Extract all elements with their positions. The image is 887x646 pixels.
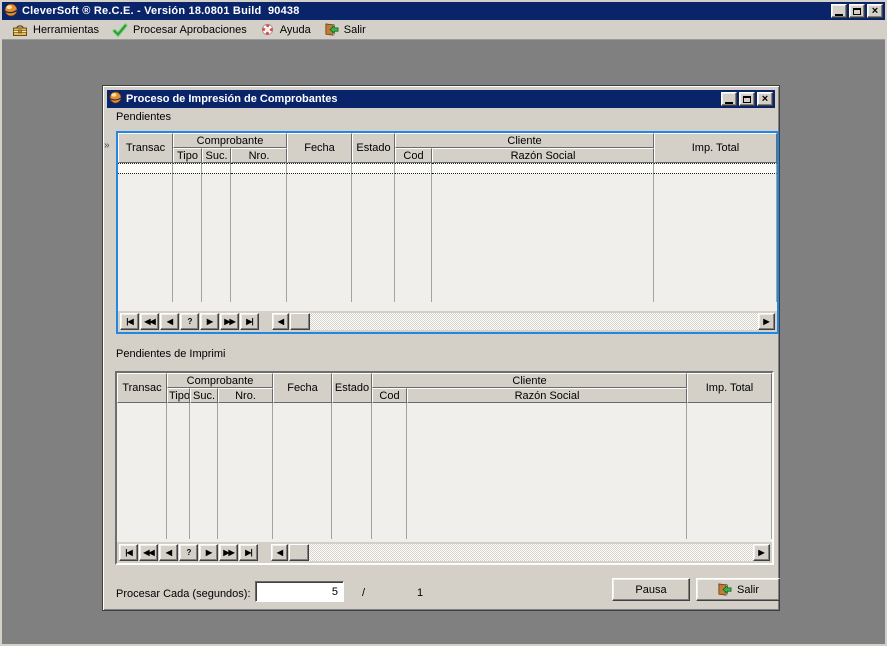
dialog-minimize-button[interactable]	[721, 92, 737, 106]
nav-fast-prev-button[interactable]: ◀◀	[139, 544, 158, 561]
grid-header-transac: Transac	[118, 133, 173, 163]
print-grid: Transac Comprobante Fecha Estado Cliente…	[115, 371, 774, 565]
grid-header-comprobante: Comprobante	[167, 373, 273, 388]
maximize-icon	[853, 8, 861, 15]
exit-door-icon	[324, 22, 339, 37]
grid-header-razon-social: Razón Social	[432, 148, 654, 163]
scrollbar-thumb[interactable]	[290, 313, 310, 330]
dialog-window: Proceso de Impresión de Comprobantes × P…	[102, 85, 780, 611]
nav-locate-button[interactable]: ?	[180, 313, 199, 330]
pending-grid-table: Transac Comprobante Fecha Estado Cliente…	[118, 133, 777, 302]
pending-grid: Transac Comprobante Fecha Estado Cliente…	[116, 131, 779, 334]
toolbar-item-procesar-aprobaciones[interactable]: Procesar Aprobaciones	[108, 20, 256, 39]
section-label-pendientes-imprimir: Pendientes de Imprimi	[116, 348, 225, 360]
minimize-icon	[835, 14, 843, 16]
grid-header-razon-social: Razón Social	[407, 388, 687, 403]
nav-fast-next-button[interactable]: ▶▶	[219, 544, 238, 561]
app-icon	[4, 3, 18, 20]
exit-door-icon	[717, 582, 732, 597]
grid-header-imp-total: Imp. Total	[687, 373, 772, 403]
scrollbar-track[interactable]	[310, 313, 758, 330]
grid-header-fecha: Fecha	[273, 373, 332, 403]
scrollbar-left-button[interactable]: ◀	[271, 544, 288, 561]
grid-header-nro: Nro.	[231, 148, 287, 163]
grid-header-tipo: Tipo	[173, 148, 202, 163]
grid-header-suc: Suc.	[190, 388, 218, 403]
grid-header-cliente: Cliente	[395, 133, 654, 148]
grid-header-fecha: Fecha	[287, 133, 352, 163]
nav-prev-button[interactable]: ◀	[159, 544, 178, 561]
interval-label: Procesar Cada (segundos):	[116, 588, 251, 600]
minimize-button[interactable]	[831, 4, 847, 18]
nav-next-button[interactable]: ▶	[199, 544, 218, 561]
exit-button[interactable]: Salir	[696, 578, 780, 601]
section-label-pendientes: Pendientes	[116, 111, 171, 123]
window-titlebar: CleverSoft ® Re.C.E. - Versión 18.0801 B…	[2, 2, 885, 20]
counter-value: 1	[417, 587, 423, 599]
minimize-icon	[725, 102, 733, 104]
grid-header-suc: Suc.	[202, 148, 231, 163]
grid-header-cliente: Cliente	[372, 373, 687, 388]
dialog-title: Proceso de Impresión de Comprobantes	[126, 93, 338, 105]
close-icon: ×	[762, 94, 768, 104]
scrollbar-right-button[interactable]: ▶	[758, 313, 775, 330]
toolbar: Herramientas Procesar Aprobaciones Ayuda	[2, 20, 885, 40]
maximize-button[interactable]	[849, 4, 865, 18]
toolbox-icon	[12, 22, 28, 38]
nav-first-button[interactable]: |◀	[120, 313, 139, 330]
grid-header-transac: Transac	[117, 373, 167, 403]
nav-fast-next-button[interactable]: ▶▶	[220, 313, 239, 330]
nav-fast-prev-button[interactable]: ◀◀	[140, 313, 159, 330]
toolbar-item-ayuda[interactable]: Ayuda	[256, 20, 320, 39]
grid-side-marker: »	[104, 140, 110, 151]
grid-header-cod: Cod	[372, 388, 407, 403]
print-grid-table: Transac Comprobante Fecha Estado Cliente…	[117, 373, 772, 539]
selected-empty-row	[118, 163, 777, 174]
nav-next-button[interactable]: ▶	[200, 313, 219, 330]
scrollbar-right-button[interactable]: ▶	[753, 544, 770, 561]
separator-slash: /	[362, 587, 365, 599]
grid-header-tipo: Tipo	[167, 388, 190, 403]
grid-empty-body	[117, 403, 772, 539]
maximize-icon	[743, 96, 751, 103]
dialog-icon	[109, 91, 122, 107]
grid-header-nro: Nro.	[218, 388, 273, 403]
window-title: CleverSoft ® Re.C.E. - Versión 18.0801 B…	[22, 5, 300, 17]
nav-first-button[interactable]: |◀	[119, 544, 138, 561]
check-icon	[112, 22, 128, 38]
scrollbar-track[interactable]	[309, 544, 753, 561]
grid-header-comprobante: Comprobante	[173, 133, 287, 148]
nav-prev-button[interactable]: ◀	[160, 313, 179, 330]
nav-locate-button[interactable]: ?	[179, 544, 198, 561]
close-button[interactable]: ×	[867, 4, 883, 18]
close-icon: ×	[872, 6, 878, 16]
dialog-maximize-button[interactable]	[739, 92, 755, 106]
nav-last-button[interactable]: ▶|	[239, 544, 258, 561]
grid-header-cod: Cod	[395, 148, 432, 163]
dialog-titlebar: Proceso de Impresión de Comprobantes ×	[107, 90, 775, 108]
app-window: CleverSoft ® Re.C.E. - Versión 18.0801 B…	[0, 0, 887, 646]
grid-empty-body	[118, 174, 777, 302]
grid-header-estado: Estado	[332, 373, 372, 403]
toolbar-item-herramientas[interactable]: Herramientas	[8, 20, 108, 39]
grid-header-estado: Estado	[352, 133, 395, 163]
pause-button[interactable]: Pausa	[612, 578, 690, 601]
dialog-close-button[interactable]: ×	[757, 92, 773, 106]
mdi-area: Proceso de Impresión de Comprobantes × P…	[4, 42, 883, 642]
nav-last-button[interactable]: ▶|	[240, 313, 259, 330]
grid-navigator: |◀ ◀◀ ◀ ? ▶ ▶▶ ▶| ◀ ▶	[117, 542, 772, 563]
scrollbar-thumb[interactable]	[289, 544, 309, 561]
dialog-client-area: Pendientes » Transac Comprobante	[107, 108, 775, 606]
grid-header-imp-total: Imp. Total	[654, 133, 777, 163]
interval-input[interactable]	[255, 581, 344, 602]
help-icon	[260, 22, 275, 37]
scrollbar-left-button[interactable]: ◀	[272, 313, 289, 330]
toolbar-item-salir[interactable]: Salir	[320, 20, 375, 39]
grid-navigator: |◀ ◀◀ ◀ ? ▶ ▶▶ ▶| ◀ ▶	[118, 311, 777, 332]
